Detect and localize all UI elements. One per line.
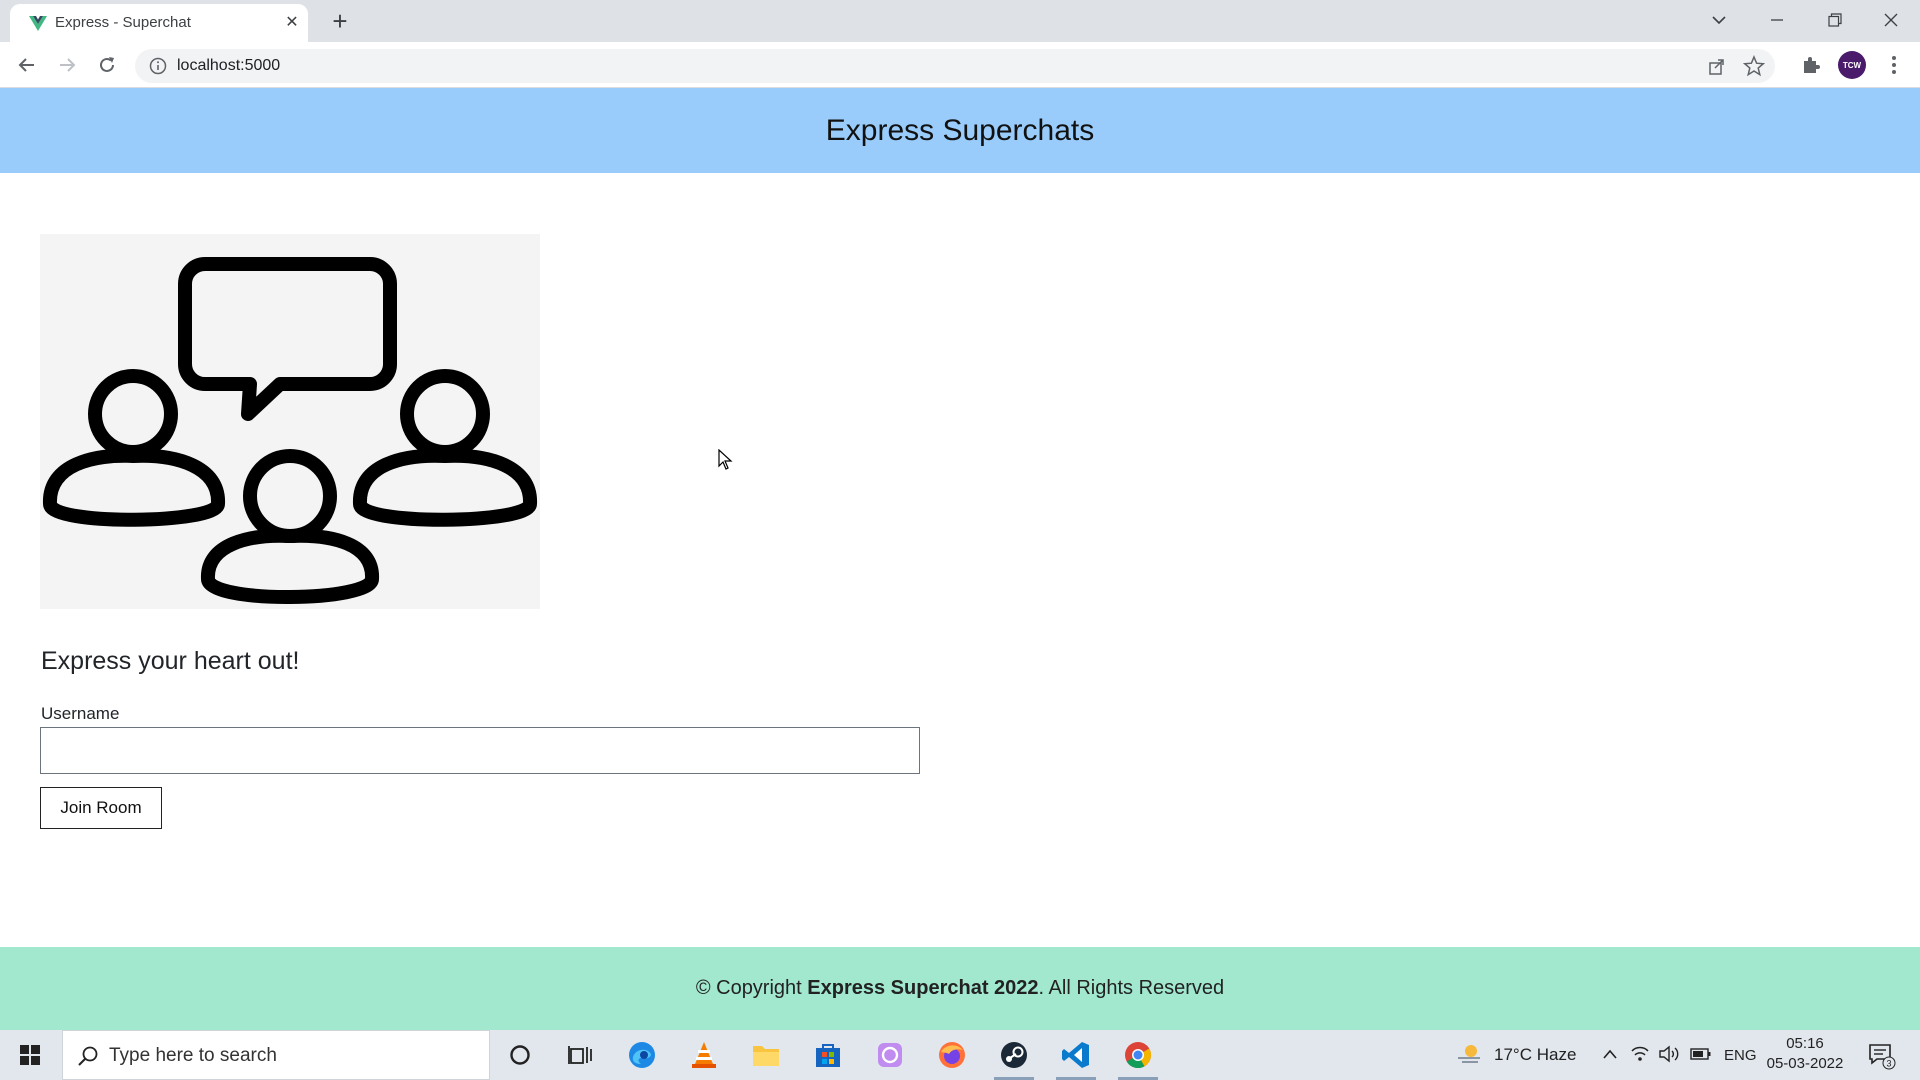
reload-icon (100, 57, 114, 72)
clock-date: 05-03-2022 (1766, 1055, 1844, 1072)
profile-avatar[interactable]: TCW (1838, 51, 1866, 79)
weather-text[interactable]: 17°C Haze (1494, 1030, 1576, 1080)
username-label: Username (41, 704, 120, 723)
notification-count: 3 (1886, 1059, 1891, 1069)
kebab-menu-icon (1892, 56, 1896, 74)
clock-time: 05:16 (1786, 1035, 1824, 1052)
arrow-right-icon (60, 58, 76, 72)
camera-app-button[interactable] (862, 1030, 918, 1080)
browser-menu-button[interactable] (1881, 52, 1907, 78)
task-view-button[interactable] (552, 1030, 608, 1080)
footer-suffix: . All Rights Reserved (1038, 977, 1225, 999)
tab-title: Express - Superchat (55, 14, 191, 31)
windows-taskbar: Type here to search 17°C Haze ENG 05:16 … (0, 1030, 1920, 1080)
site-title: Express Superchats (825, 113, 1095, 147)
forward-button[interactable] (52, 50, 82, 80)
group-chat-icon (43, 257, 537, 604)
arrow-left-icon (18, 58, 34, 72)
windows-logo-icon (20, 1045, 40, 1065)
username-input[interactable] (40, 727, 920, 774)
notification-center-icon[interactable]: 3 (1866, 1040, 1896, 1070)
file-explorer-button[interactable] (738, 1030, 794, 1080)
cortana-circle-icon (510, 1045, 530, 1065)
chrome-icon (1125, 1042, 1152, 1069)
search-placeholder: Type here to search (109, 1045, 277, 1066)
mouse-cursor-icon (718, 449, 733, 470)
edge-app-button[interactable] (614, 1030, 670, 1080)
back-button[interactable] (12, 50, 42, 80)
firefox-app-button[interactable] (924, 1030, 980, 1080)
puzzle-icon (1804, 57, 1820, 73)
vlc-cone-icon (692, 1042, 716, 1068)
address-bar[interactable]: localhost:5000 (135, 49, 1775, 83)
wifi-icon[interactable] (1630, 1044, 1650, 1064)
search-icon (78, 1046, 98, 1066)
chevron-down-icon (1712, 16, 1726, 25)
photo-app-icon (878, 1043, 902, 1067)
cortana-button[interactable] (492, 1030, 548, 1080)
restore-icon (1828, 13, 1842, 27)
ms-store-button[interactable] (800, 1030, 856, 1080)
steam-icon (1001, 1042, 1027, 1068)
start-button[interactable] (10, 1040, 50, 1070)
extensions-button[interactable] (1798, 52, 1824, 78)
folder-icon (753, 1046, 779, 1066)
minimize-icon (1771, 19, 1783, 21)
star-icon[interactable] (1743, 55, 1765, 77)
battery-icon[interactable] (1690, 1046, 1712, 1062)
tab-search-button[interactable] (1690, 0, 1748, 40)
taskbar-search[interactable]: Type here to search (62, 1030, 490, 1080)
vue-logo-icon (29, 16, 47, 31)
group-chat-illustration (40, 234, 540, 609)
browser-tabstrip: Express - Superchat ✕ + (0, 0, 1920, 42)
join-room-button[interactable]: Join Room (40, 787, 162, 829)
browser-toolbar: localhost:5000 TCW (0, 42, 1920, 88)
minimize-button[interactable] (1748, 0, 1806, 40)
store-bag-icon (816, 1044, 840, 1067)
new-tab-button[interactable]: + (325, 6, 355, 36)
tab-close-icon[interactable]: ✕ (282, 13, 302, 33)
edge-icon (629, 1042, 655, 1068)
tagline: Express your heart out! (41, 647, 300, 675)
browser-tab-active[interactable]: Express - Superchat ✕ (10, 4, 308, 42)
weather-haze-icon[interactable] (1454, 1042, 1484, 1068)
restore-button[interactable] (1806, 0, 1864, 40)
chrome-app-button[interactable] (1110, 1030, 1166, 1080)
footer-prefix: © Copyright (695, 977, 808, 999)
close-window-button[interactable] (1862, 0, 1920, 40)
site-header: Express Superchats (0, 88, 1920, 173)
firefox-icon (939, 1042, 965, 1068)
vscode-app-button[interactable] (1048, 1030, 1104, 1080)
vscode-icon (1062, 1042, 1089, 1068)
chevron-up-icon[interactable] (1602, 1048, 1618, 1060)
steam-app-button[interactable] (986, 1030, 1042, 1080)
vlc-app-button[interactable] (676, 1030, 732, 1080)
task-view-icon (568, 1046, 592, 1064)
share-icon[interactable] (1707, 56, 1727, 76)
speaker-icon[interactable] (1658, 1044, 1680, 1064)
info-icon[interactable] (149, 57, 167, 75)
url-text[interactable]: localhost:5000 (177, 57, 280, 75)
close-icon (1884, 13, 1898, 27)
system-clock[interactable]: 05:16 05-03-2022 (1762, 1034, 1848, 1074)
footer-brand: Express Superchat 2022 (807, 977, 1039, 999)
site-footer: © Copyright Express Superchat 2022. All … (0, 947, 1920, 1030)
language-indicator[interactable]: ENG (1724, 1030, 1757, 1080)
reload-button[interactable] (92, 50, 122, 80)
